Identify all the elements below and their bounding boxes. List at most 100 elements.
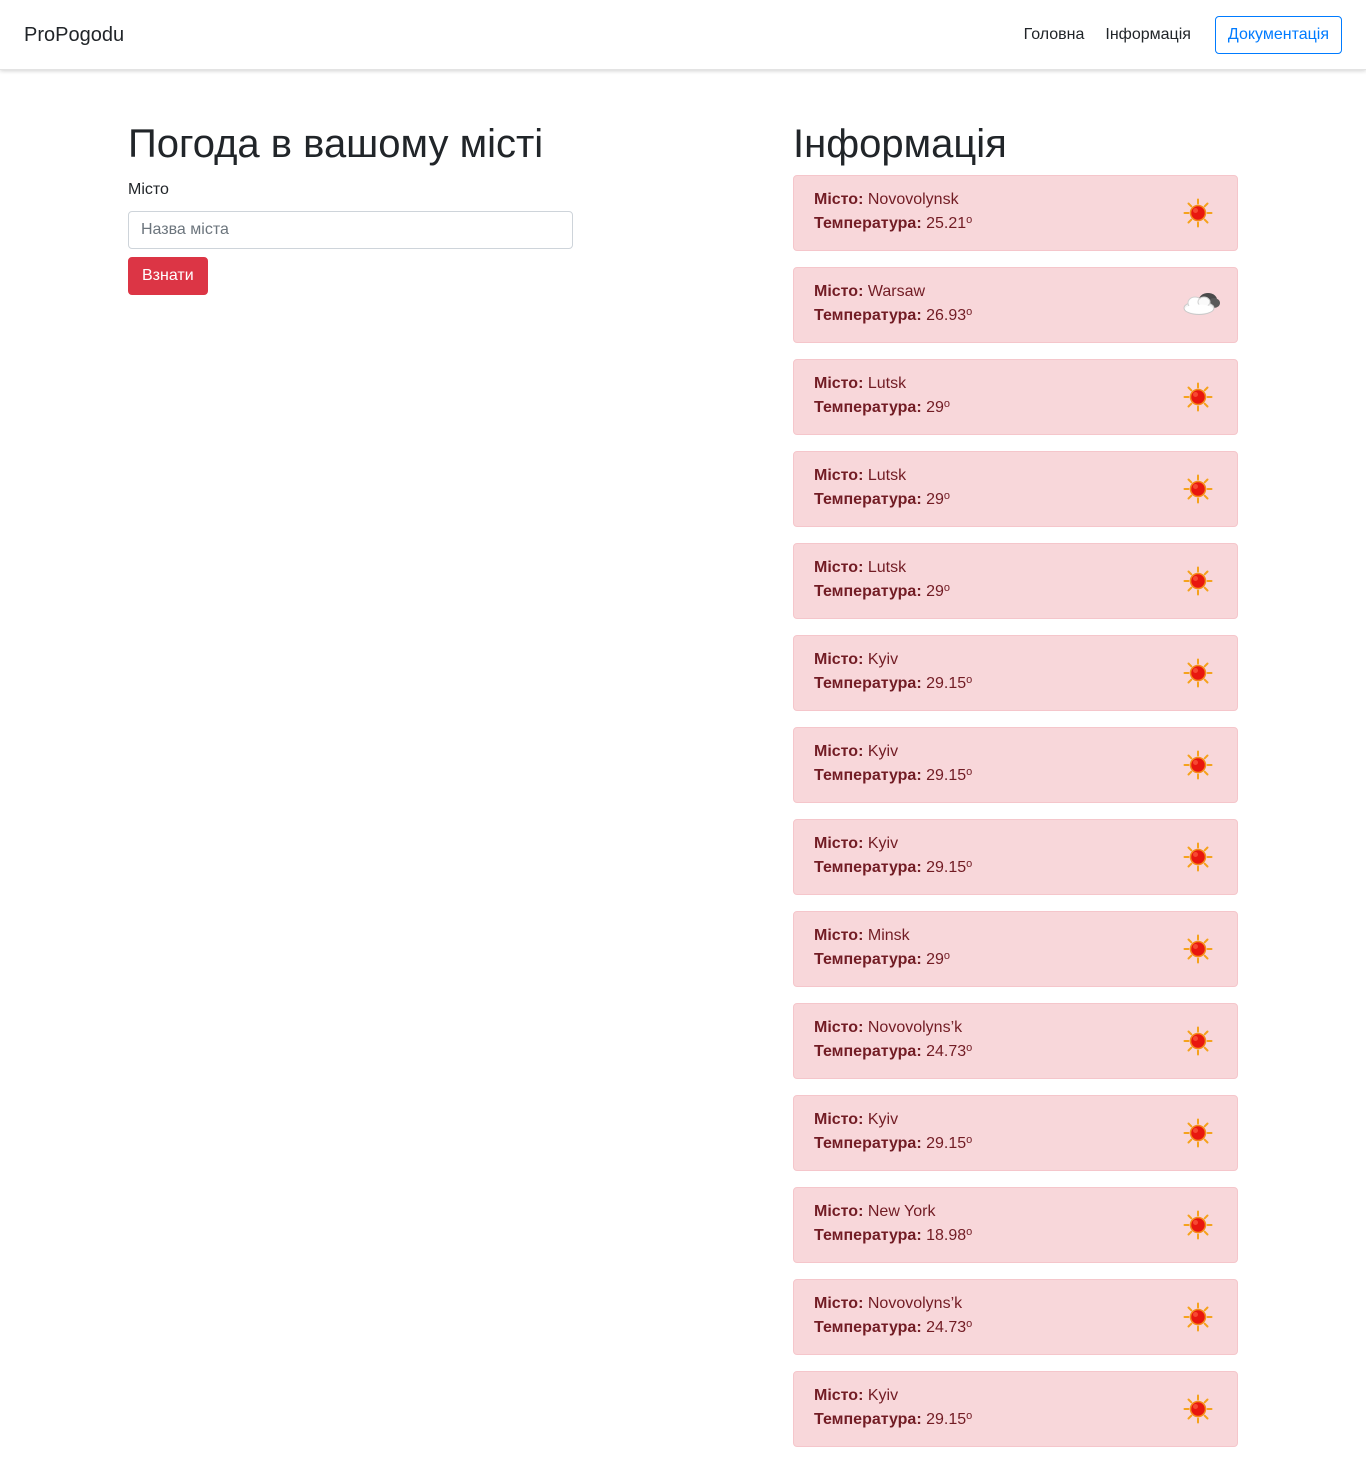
city-line: Місто: Lutsk: [814, 464, 1217, 488]
sun-icon: [1183, 1302, 1213, 1332]
temp-key: Температура:: [814, 1135, 922, 1152]
weather-card: Місто: Novovolyns’k Температура: 24.73o: [793, 1003, 1238, 1079]
temp-line: Температура: 24.73o: [814, 1316, 1217, 1340]
weather-card: Місто: Lutsk Температура: 29o: [793, 359, 1238, 435]
nav-link-info[interactable]: Інформація: [1105, 16, 1191, 54]
city-line: Місто: Lutsk: [814, 556, 1217, 580]
temp-value: 29: [926, 399, 944, 416]
city-input[interactable]: [128, 211, 573, 249]
sun-icon: [1183, 1394, 1213, 1424]
temp-key: Температура:: [814, 215, 922, 232]
degree-sign: o: [966, 766, 973, 778]
submit-button[interactable]: Взнати: [128, 257, 208, 295]
city-key: Місто:: [814, 927, 864, 944]
city-line: Місто: Novovolyns’k: [814, 1016, 1217, 1040]
degree-sign: o: [943, 582, 951, 594]
temp-line: Температура: 29.15o: [814, 764, 1217, 788]
temp-key: Температура:: [814, 767, 922, 784]
city-name: Minsk: [867, 927, 910, 944]
city-line: Місто: Warsaw: [814, 280, 1217, 304]
city-name: Novovolyns’k: [867, 1295, 963, 1312]
city-line: Місто: Kyiv: [814, 1108, 1217, 1132]
temp-key: Температура:: [814, 491, 922, 508]
documentation-button[interactable]: Документація: [1214, 16, 1342, 54]
city-label: Місто: [128, 181, 169, 198]
temp-line: Температура: 29o: [814, 948, 1217, 972]
cloud-icon: [1179, 288, 1223, 320]
temp-key: Температура:: [814, 1319, 922, 1336]
weather-card: Місто: Kyiv Температура: 29.15o: [793, 819, 1238, 895]
city-key: Місто:: [814, 375, 864, 392]
city-name: New York: [867, 1203, 936, 1220]
navbar: ProPogodu Головна Інформація Документаці…: [0, 0, 1366, 70]
weather-card: Місто: Kyiv Температура: 29.15o: [793, 1371, 1238, 1447]
sun-icon: [1183, 382, 1213, 412]
temp-value: 25.21: [926, 215, 967, 232]
weather-card: Місто: Warsaw Температура: 26.93o: [793, 267, 1238, 343]
weather-card: Місто: Lutsk Температура: 29o: [793, 543, 1238, 619]
degree-sign: o: [966, 674, 973, 686]
temp-value: 29: [926, 491, 944, 508]
sun-icon: [1183, 658, 1213, 688]
degree-sign: o: [966, 1134, 973, 1146]
sun-icon: [1183, 1210, 1213, 1240]
temp-line: Температура: 26.93o: [814, 304, 1217, 328]
temp-key: Температура:: [814, 399, 922, 416]
degree-sign: o: [943, 950, 951, 962]
city-key: Місто:: [814, 651, 864, 668]
nav-link-home[interactable]: Головна: [1024, 16, 1085, 54]
temp-value: 26.93: [926, 307, 967, 324]
city-key: Місто:: [814, 467, 864, 484]
temp-value: 29: [926, 583, 944, 600]
temp-value: 18.98: [926, 1227, 967, 1244]
sun-icon: [1183, 750, 1213, 780]
sun-icon: [1183, 842, 1213, 872]
temp-key: Температура:: [814, 307, 922, 324]
city-key: Місто:: [814, 835, 864, 852]
degree-sign: o: [966, 1226, 973, 1238]
city-name: Kyiv: [867, 1111, 899, 1128]
degree-sign: o: [966, 1042, 973, 1054]
city-name: Kyiv: [867, 651, 899, 668]
info-section: Інформація Місто: Novovolynsk Температур…: [793, 120, 1238, 1463]
city-name: Kyiv: [867, 835, 899, 852]
temp-line: Температура: 18.98o: [814, 1224, 1217, 1248]
sun-icon: [1183, 474, 1213, 504]
city-name: Lutsk: [867, 375, 907, 392]
city-key: Місто:: [814, 559, 864, 576]
sun-icon: [1183, 1118, 1213, 1148]
temp-value: 29.15: [926, 767, 967, 784]
temp-value: 29.15: [926, 1411, 967, 1428]
city-name: Novovolyns’k: [867, 1019, 963, 1036]
city-line: Місто: Kyiv: [814, 1384, 1217, 1408]
temp-key: Температура:: [814, 583, 922, 600]
weather-card: Місто: Novovolynsk Температура: 25.21o: [793, 175, 1238, 251]
temp-line: Температура: 29.15o: [814, 672, 1217, 696]
city-line: Місто: Novovolynsk: [814, 188, 1217, 212]
brand-logo[interactable]: ProPogodu: [24, 23, 124, 47]
temp-line: Температура: 25.21o: [814, 212, 1217, 236]
temp-key: Температура:: [814, 859, 922, 876]
temp-key: Температура:: [814, 1411, 922, 1428]
weather-card: Місто: Novovolyns’k Температура: 24.73o: [793, 1279, 1238, 1355]
sun-icon: [1183, 198, 1213, 228]
city-line: Місто: Lutsk: [814, 372, 1217, 396]
nav-links: Головна Інформація Документація: [1003, 16, 1342, 54]
city-key: Місто:: [814, 1387, 864, 1404]
degree-sign: o: [966, 858, 973, 870]
temp-value: 24.73: [926, 1043, 967, 1060]
city-key: Місто:: [814, 283, 864, 300]
page-title: Погода в вашому місті: [128, 122, 544, 166]
weather-card: Місто: Minsk Температура: 29o: [793, 911, 1238, 987]
temp-key: Температура:: [814, 1227, 922, 1244]
city-name: Lutsk: [867, 467, 907, 484]
city-name: Warsaw: [867, 283, 926, 300]
weather-card: Місто: Lutsk Температура: 29o: [793, 451, 1238, 527]
degree-sign: o: [966, 306, 973, 318]
degree-sign: o: [966, 214, 973, 226]
weather-card: Місто: Kyiv Температура: 29.15o: [793, 635, 1238, 711]
temp-value: 29.15: [926, 675, 967, 692]
city-line: Місто: Kyiv: [814, 648, 1217, 672]
city-line: Місто: New York: [814, 1200, 1217, 1224]
temp-line: Температура: 29.15o: [814, 1132, 1217, 1156]
